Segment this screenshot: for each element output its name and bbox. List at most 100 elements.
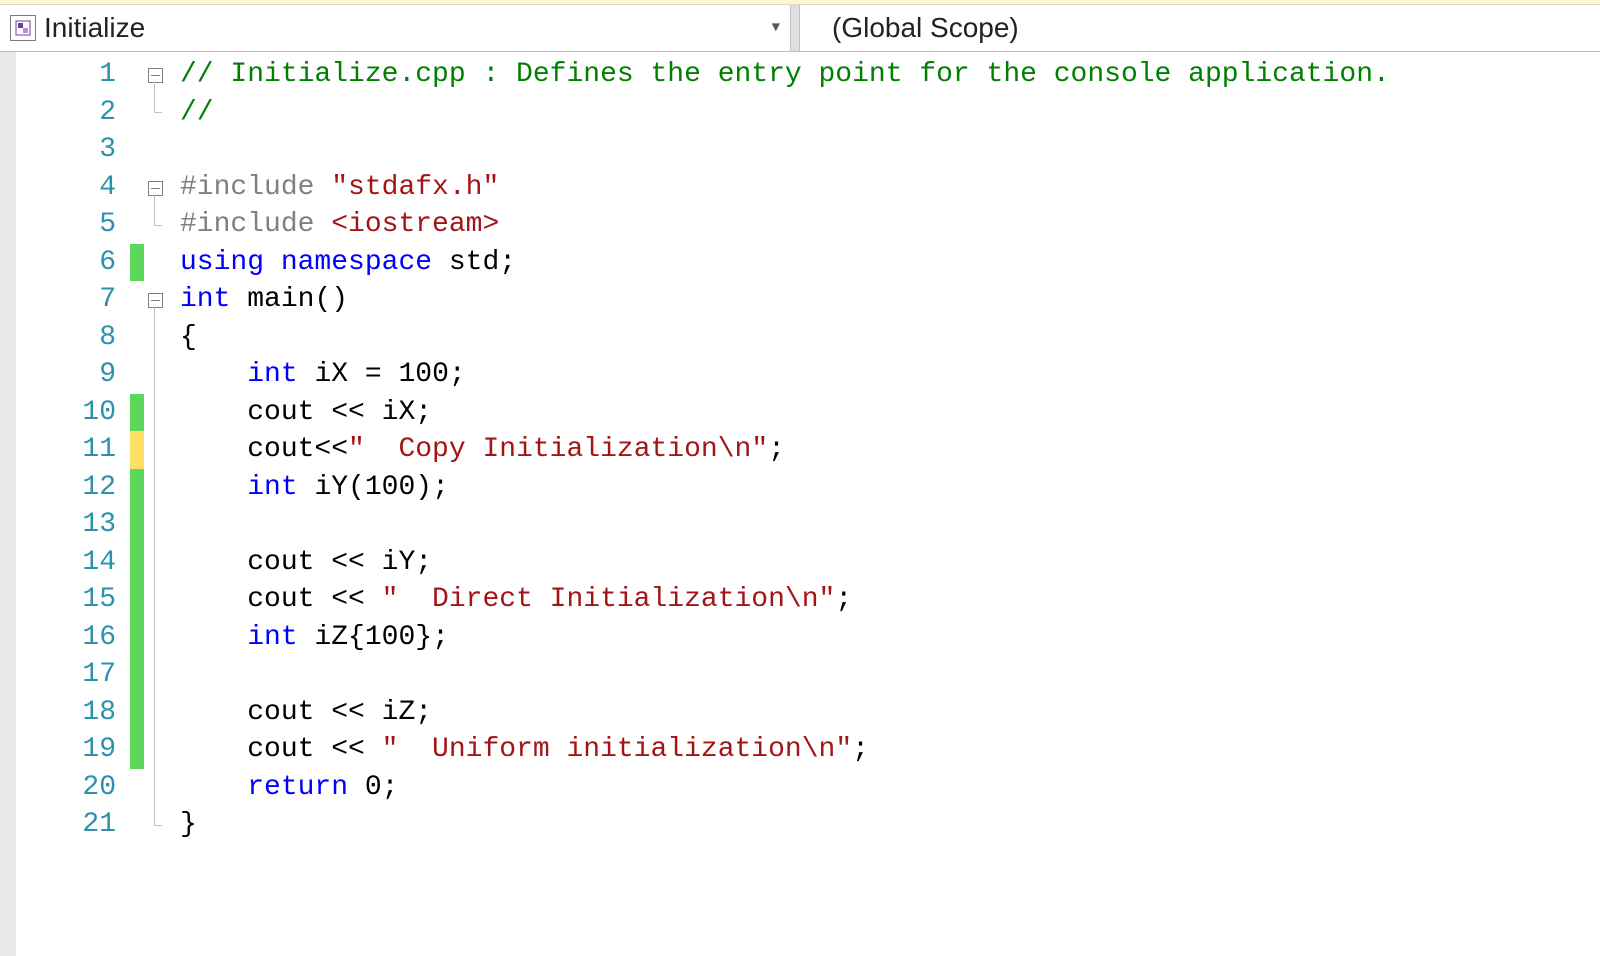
code-line[interactable]: cout << iY; bbox=[180, 544, 1600, 582]
line-number: 19 bbox=[16, 731, 130, 769]
code-line[interactable]: } bbox=[180, 806, 1600, 844]
saved-change-mark bbox=[130, 469, 144, 507]
line-number: 21 bbox=[16, 806, 130, 844]
code-line[interactable]: int iZ{100}; bbox=[180, 619, 1600, 657]
fold-guide-end bbox=[154, 825, 162, 826]
line-number: 9 bbox=[16, 356, 130, 394]
change-mark-cell bbox=[130, 131, 144, 169]
code-line[interactable]: cout << iZ; bbox=[180, 694, 1600, 732]
nav-splitter[interactable] bbox=[791, 5, 800, 51]
code-line[interactable]: // Initialize.cpp : Defines the entry po… bbox=[180, 56, 1600, 94]
line-number-gutter: 123456789101112131415161718192021 bbox=[16, 52, 130, 956]
code-line[interactable]: return 0; bbox=[180, 769, 1600, 807]
change-mark-cell bbox=[130, 356, 144, 394]
code-line[interactable]: cout << " Direct Initialization\n"; bbox=[180, 581, 1600, 619]
line-number: 3 bbox=[16, 131, 130, 169]
fold-cell bbox=[144, 731, 174, 769]
line-number: 17 bbox=[16, 656, 130, 694]
fold-cell bbox=[144, 769, 174, 807]
fold-cell bbox=[144, 694, 174, 732]
change-mark-cell bbox=[130, 394, 144, 432]
fold-cell bbox=[144, 656, 174, 694]
saved-change-mark bbox=[130, 656, 144, 694]
saved-change-mark bbox=[130, 731, 144, 769]
saved-change-mark bbox=[130, 394, 144, 432]
code-line[interactable]: #include <iostream> bbox=[180, 206, 1600, 244]
change-mark-cell bbox=[130, 544, 144, 582]
line-number: 20 bbox=[16, 769, 130, 807]
change-mark-cell bbox=[130, 281, 144, 319]
fold-cell bbox=[144, 581, 174, 619]
code-area[interactable]: // Initialize.cpp : Defines the entry po… bbox=[174, 52, 1600, 956]
change-mark-cell bbox=[130, 806, 144, 844]
change-mark-cell bbox=[130, 169, 144, 207]
change-mark-cell bbox=[130, 656, 144, 694]
scope-dropdown[interactable]: (Global Scope) bbox=[800, 5, 1600, 51]
fold-guide-line bbox=[154, 195, 155, 225]
code-line[interactable]: cout << iX; bbox=[180, 394, 1600, 432]
fold-guide-end bbox=[154, 112, 162, 113]
file-dropdown[interactable]: Initialize ▼ bbox=[0, 5, 791, 51]
line-number: 16 bbox=[16, 619, 130, 657]
line-number: 2 bbox=[16, 94, 130, 132]
fold-toggle-icon[interactable] bbox=[148, 293, 163, 308]
fold-toggle-icon[interactable] bbox=[148, 181, 163, 196]
saved-change-mark bbox=[130, 694, 144, 732]
line-number: 7 bbox=[16, 281, 130, 319]
change-mark-cell bbox=[130, 56, 144, 94]
change-mark-cell bbox=[130, 506, 144, 544]
change-mark-cell bbox=[130, 619, 144, 657]
code-line[interactable]: cout<<" Copy Initialization\n"; bbox=[180, 431, 1600, 469]
code-editor[interactable]: 123456789101112131415161718192021 // Ini… bbox=[0, 52, 1600, 956]
code-line[interactable]: int iY(100); bbox=[180, 469, 1600, 507]
fold-cell bbox=[144, 431, 174, 469]
line-number: 14 bbox=[16, 544, 130, 582]
saved-change-mark bbox=[130, 619, 144, 657]
code-line[interactable]: int iX = 100; bbox=[180, 356, 1600, 394]
line-number: 11 bbox=[16, 431, 130, 469]
saved-change-mark bbox=[130, 244, 144, 282]
line-number: 12 bbox=[16, 469, 130, 507]
line-number: 13 bbox=[16, 506, 130, 544]
change-mark-cell bbox=[130, 694, 144, 732]
code-line[interactable]: // bbox=[180, 94, 1600, 132]
line-number: 15 bbox=[16, 581, 130, 619]
code-line[interactable] bbox=[180, 506, 1600, 544]
change-mark-cell bbox=[130, 769, 144, 807]
code-line[interactable] bbox=[180, 656, 1600, 694]
code-line[interactable]: using namespace std; bbox=[180, 244, 1600, 282]
change-mark-cell bbox=[130, 244, 144, 282]
code-line[interactable] bbox=[180, 131, 1600, 169]
fold-cell bbox=[144, 619, 174, 657]
scope-label: (Global Scope) bbox=[832, 12, 1019, 44]
file-title: Initialize bbox=[44, 12, 145, 44]
fold-cell bbox=[144, 506, 174, 544]
line-number: 10 bbox=[16, 394, 130, 432]
line-number: 1 bbox=[16, 56, 130, 94]
code-line[interactable]: cout << " Uniform initialization\n"; bbox=[180, 731, 1600, 769]
fold-guide-line bbox=[154, 307, 155, 825]
file-icon bbox=[10, 15, 36, 41]
change-mark-cell bbox=[130, 469, 144, 507]
fold-cell bbox=[144, 56, 174, 94]
change-mark-cell bbox=[130, 94, 144, 132]
line-number: 8 bbox=[16, 319, 130, 357]
line-number: 4 bbox=[16, 169, 130, 207]
unsaved-change-mark bbox=[130, 431, 144, 469]
fold-cell bbox=[144, 394, 174, 432]
code-line[interactable]: #include "stdafx.h" bbox=[180, 169, 1600, 207]
change-tracking-margin bbox=[130, 52, 144, 956]
fold-cell bbox=[144, 356, 174, 394]
saved-change-mark bbox=[130, 581, 144, 619]
fold-cell bbox=[144, 544, 174, 582]
fold-cell bbox=[144, 469, 174, 507]
fold-cell bbox=[144, 281, 174, 319]
change-mark-cell bbox=[130, 431, 144, 469]
fold-guide-line bbox=[154, 82, 155, 112]
code-line[interactable]: int main() bbox=[180, 281, 1600, 319]
code-line[interactable]: { bbox=[180, 319, 1600, 357]
line-number: 5 bbox=[16, 206, 130, 244]
fold-toggle-icon[interactable] bbox=[148, 68, 163, 83]
chevron-down-icon: ▼ bbox=[772, 20, 780, 36]
change-mark-cell bbox=[130, 319, 144, 357]
